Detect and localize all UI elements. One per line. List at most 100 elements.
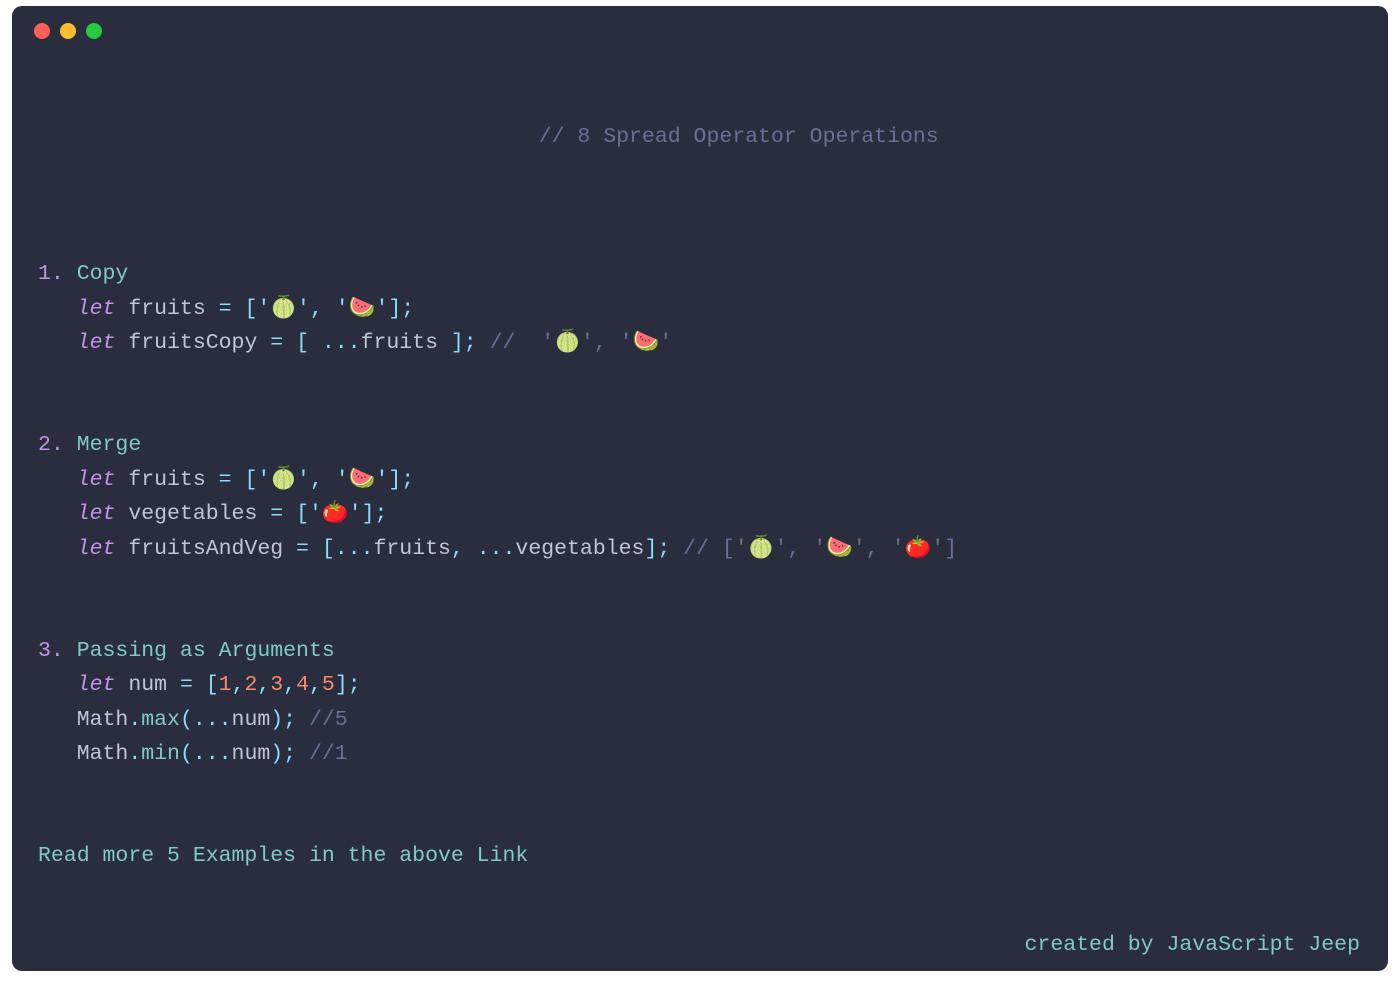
punct: = [ (257, 502, 309, 526)
number: 5 (322, 673, 335, 697)
emoji-melon-icon: 🍈 (554, 331, 581, 355)
readmore-text: Read more 5 Examples in the above Link (38, 844, 528, 868)
punct: ]; (362, 502, 388, 526)
punct: ); (270, 708, 296, 732)
emoji-tomato-icon: 🍅 (322, 502, 349, 526)
punct: ]; (335, 673, 361, 697)
emoji-melon-icon: 🍈 (748, 537, 775, 561)
quote: ' (375, 468, 388, 492)
window-titlebar (12, 6, 1388, 56)
section-title: Copy (77, 262, 129, 286)
punct: = [ (167, 673, 219, 697)
section-3-heading: 3. Passing as Arguments (38, 634, 1362, 668)
quote: ' (349, 502, 362, 526)
var-name: fruits (128, 297, 205, 321)
section-num: 1. (38, 262, 64, 286)
punct: = [ ... (257, 331, 360, 355)
readmore-line: Read more 5 Examples in the above Link (38, 839, 1362, 873)
number: 3 (270, 673, 283, 697)
var-name: fruitsAndVeg (128, 537, 283, 561)
blank-line (38, 805, 1362, 839)
punct: = [... (283, 537, 373, 561)
blank-line (38, 189, 1362, 223)
quote: ' (931, 537, 944, 561)
title-comment: // 8 Spread Operator Operations (38, 86, 1362, 189)
emoji-melon-icon: 🍈 (270, 468, 297, 492)
code-line: let fruits = ['🍈', '🍉']; (38, 292, 1362, 326)
quote: ' (620, 331, 633, 355)
comma: , (866, 537, 892, 561)
punct: (... (180, 708, 232, 732)
var-name: fruitsCopy (128, 331, 257, 355)
code-line: let vegetables = ['🍅']; (38, 497, 1362, 531)
quote: ' (297, 297, 310, 321)
ref: fruits (361, 331, 438, 355)
quote: ' (853, 537, 866, 561)
quote: ' (375, 297, 388, 321)
punct: ]; (388, 297, 414, 321)
quote: ' (735, 537, 748, 561)
close-icon[interactable] (34, 23, 50, 39)
comma: , (787, 537, 813, 561)
author-text: created by JavaScript Jeep (1025, 933, 1360, 957)
quote: ' (336, 297, 349, 321)
punct: , ... (451, 537, 516, 561)
punct: = [ (206, 297, 258, 321)
quote: ' (541, 331, 554, 355)
var-name: fruits (128, 468, 205, 492)
code-line: let fruitsCopy = [ ...fruits ]; // '🍈', … (38, 326, 1362, 360)
comma: , (283, 673, 296, 697)
quote: ' (892, 537, 905, 561)
punct: ); (270, 742, 296, 766)
emoji-watermelon-icon: 🍉 (349, 468, 376, 492)
section-1-heading: 1. Copy (38, 257, 1362, 291)
comma: , (309, 673, 322, 697)
keyword-let: let (77, 502, 116, 526)
comment: // [ (670, 537, 735, 561)
section-2-heading: 2. Merge (38, 428, 1362, 462)
method: max (141, 708, 180, 732)
blank-line (38, 223, 1362, 257)
comma: , (310, 468, 336, 492)
keyword-let: let (77, 468, 116, 492)
dot: . (128, 708, 141, 732)
quote: ' (813, 537, 826, 561)
maximize-icon[interactable] (86, 23, 102, 39)
ref: num (232, 742, 271, 766)
quote: ' (659, 331, 672, 355)
number: 1 (219, 673, 232, 697)
emoji-watermelon-icon: 🍉 (349, 297, 376, 321)
quote: ' (309, 502, 322, 526)
comment: //1 (296, 742, 348, 766)
method: min (141, 742, 180, 766)
quote: ' (774, 537, 787, 561)
punct: ]; (644, 537, 670, 561)
quote: ' (257, 468, 270, 492)
author-credit: created by JavaScript Jeep (1025, 933, 1360, 957)
minimize-icon[interactable] (60, 23, 76, 39)
emoji-watermelon-icon: 🍉 (633, 331, 660, 355)
quote: ' (297, 468, 310, 492)
code-line: let fruitsAndVeg = [...fruits, ...vegeta… (38, 532, 1362, 566)
dot: . (128, 742, 141, 766)
object: Math (77, 742, 129, 766)
quote: ' (336, 468, 349, 492)
quote: ' (581, 331, 594, 355)
punct: = [ (206, 468, 258, 492)
comma: , (594, 331, 620, 355)
punct: ] (944, 537, 957, 561)
section-num: 3. (38, 639, 64, 663)
var-name: vegetables (128, 502, 257, 526)
ref: fruits (373, 537, 450, 561)
code-area: // 8 Spread Operator Operations 1. Copy … (12, 56, 1388, 874)
emoji-melon-icon: 🍈 (270, 297, 297, 321)
section-title: Passing as Arguments (77, 639, 335, 663)
comma: , (232, 673, 245, 697)
section-num: 2. (38, 433, 64, 457)
number: 2 (244, 673, 257, 697)
blank-line (38, 394, 1362, 428)
quote: ' (257, 297, 270, 321)
emoji-tomato-icon: 🍅 (905, 537, 932, 561)
object: Math (77, 708, 129, 732)
comment: //5 (296, 708, 348, 732)
